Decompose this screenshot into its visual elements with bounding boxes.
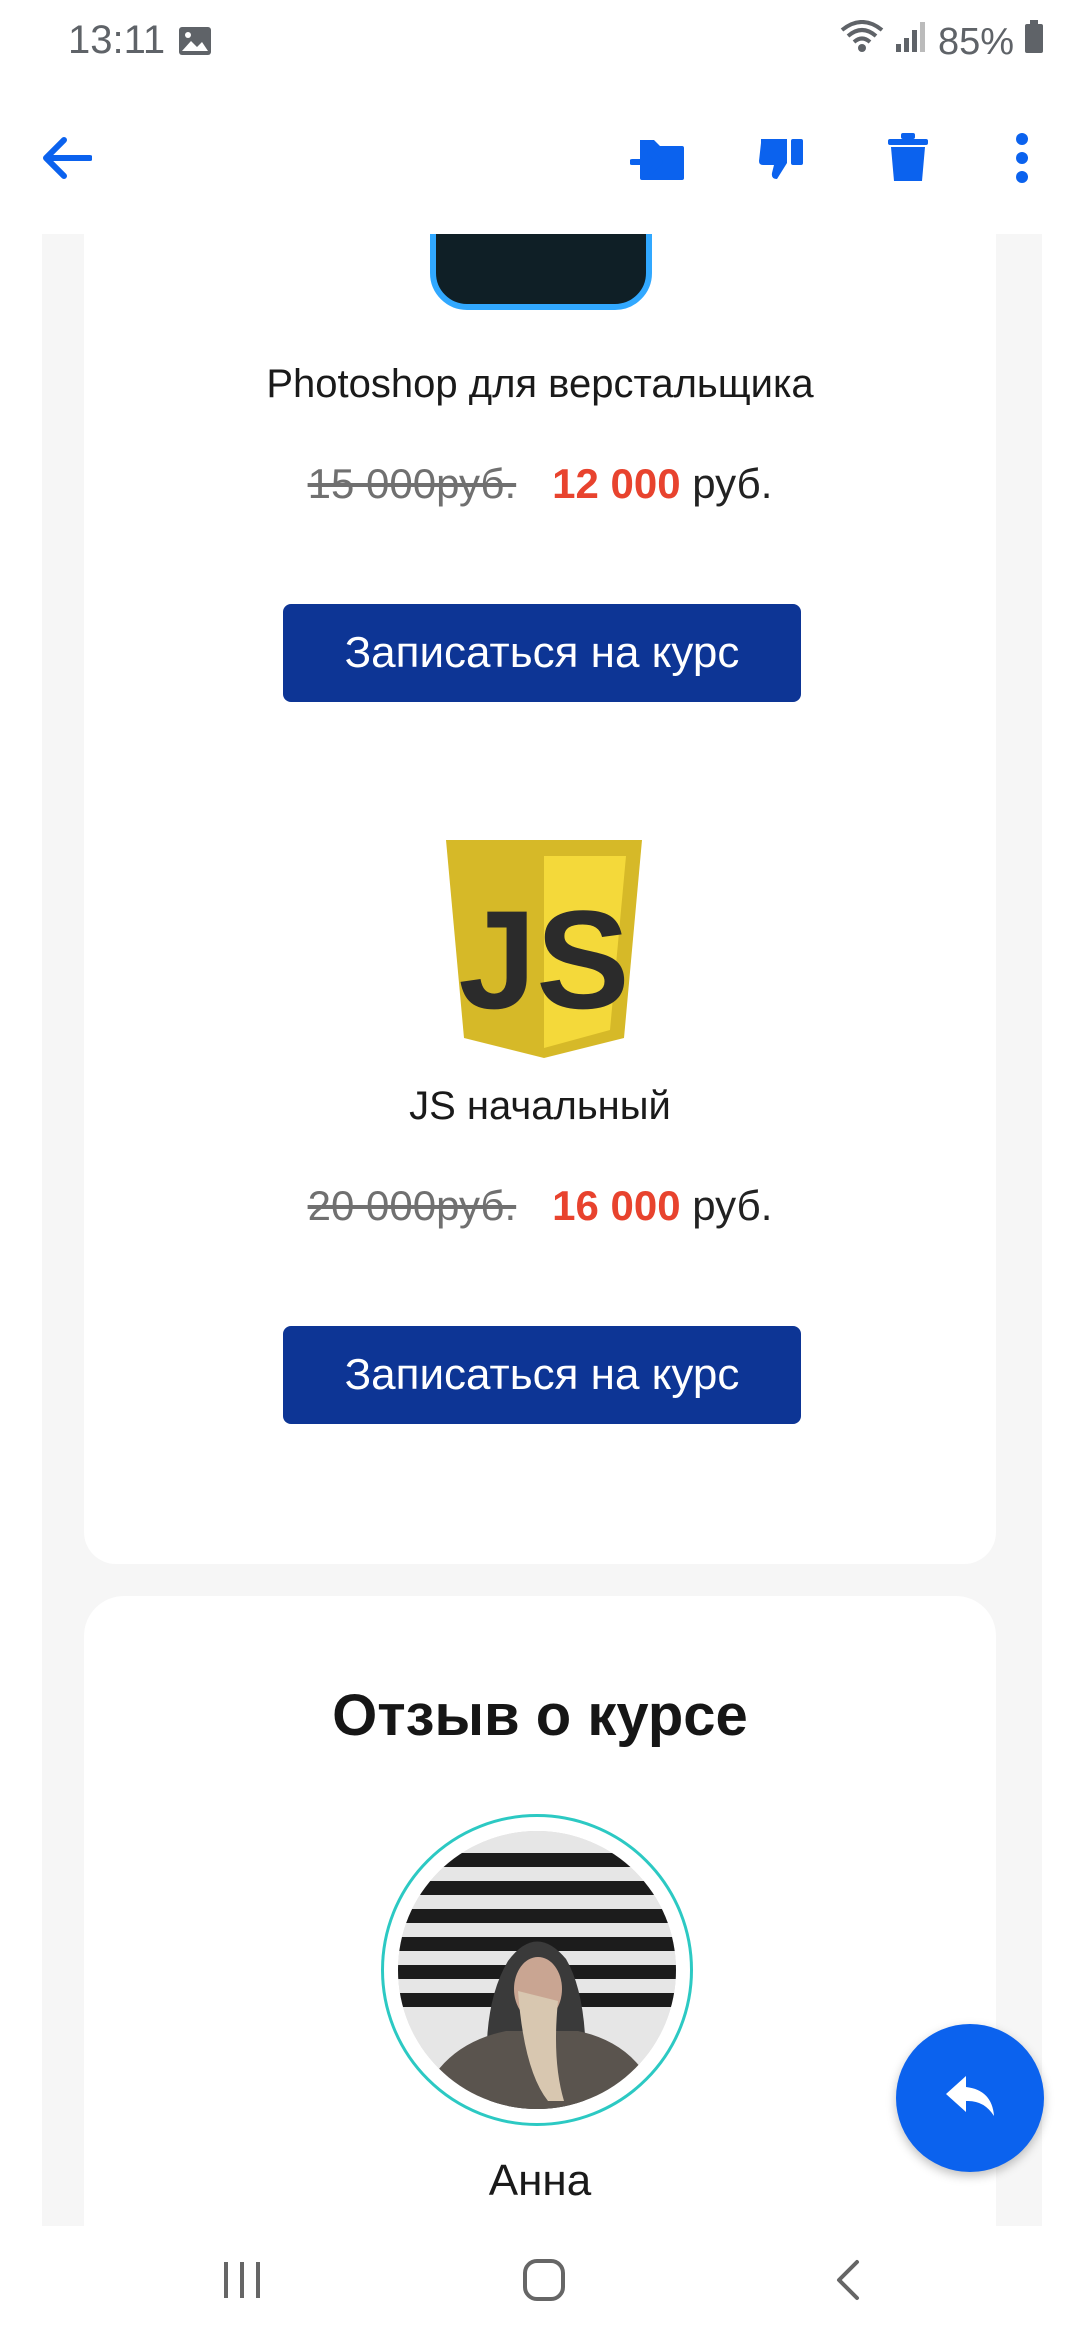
battery-text: 85%: [937, 20, 1014, 63]
email-content[interactable]: PS Photoshop для верстальщика 15 000руб.…: [0, 234, 1080, 2226]
app-bar: [0, 84, 1080, 234]
move-button[interactable]: [618, 120, 698, 200]
reply-icon: [944, 2074, 996, 2123]
javascript-logo-text: JS: [458, 881, 629, 1038]
wifi-icon: [840, 20, 884, 64]
price-row: 20 000руб. 16 000 руб.: [84, 1182, 996, 1230]
status-bar: 13:11 85%: [0, 0, 1080, 84]
home-button[interactable]: [504, 2252, 584, 2312]
system-status-icons: 85%: [840, 20, 1044, 64]
old-price: 20 000руб.: [307, 1182, 517, 1229]
price-row: 15 000руб. 12 000 руб.: [84, 460, 996, 508]
back-arrow-icon: [40, 136, 93, 185]
new-price-amount: 16 000: [552, 1182, 681, 1229]
status-time: 13:11: [68, 18, 166, 62]
home-icon: [522, 2258, 566, 2307]
reviewer-photo: [398, 1831, 676, 2109]
course-title: Photoshop для верстальщика: [266, 362, 814, 406]
delete-button[interactable]: [868, 120, 948, 200]
enroll-button[interactable]: Записаться на курс: [283, 604, 801, 702]
course-title: JS начальный: [409, 1084, 671, 1128]
javascript-logo: JS: [446, 840, 642, 1058]
new-price: 12 000 руб.: [552, 460, 772, 508]
back-button[interactable]: [26, 120, 106, 200]
review-card: Отзыв о курсе Анна: [84, 1596, 996, 2226]
recent-apps-button[interactable]: [202, 2252, 282, 2312]
enroll-button[interactable]: Записаться на курс: [283, 1326, 801, 1424]
reviewer-name: Анна: [488, 2156, 592, 2205]
new-price: 16 000 руб.: [552, 1182, 772, 1230]
new-price-amount: 12 000: [552, 460, 681, 507]
thumbs-down-icon: [757, 133, 807, 188]
battery-icon: [1024, 20, 1044, 64]
price-currency: руб.: [680, 460, 773, 507]
photoshop-logo-text: PS: [461, 234, 621, 258]
courses-card: PS Photoshop для верстальщика 15 000руб.…: [84, 234, 996, 1564]
more-options-button[interactable]: [992, 120, 1052, 200]
system-nav-bar: [0, 2226, 1080, 2340]
gallery-icon: [178, 26, 212, 56]
dislike-button[interactable]: [742, 120, 822, 200]
reply-button[interactable]: [896, 2024, 1044, 2172]
move-to-folder-icon: [629, 134, 686, 187]
old-price: 15 000руб.: [307, 460, 517, 507]
review-title: Отзыв о курсе: [332, 1683, 748, 1748]
price-currency: руб.: [680, 1182, 773, 1229]
trash-icon: [886, 132, 930, 188]
back-icon: [833, 2258, 863, 2307]
reviewer-avatar: [381, 1814, 693, 2126]
recent-apps-icon: [220, 2260, 264, 2305]
nav-back-button[interactable]: [808, 2252, 888, 2312]
photoshop-logo: PS: [430, 234, 652, 310]
more-vert-icon: [1015, 132, 1029, 188]
signal-icon: [894, 20, 928, 64]
